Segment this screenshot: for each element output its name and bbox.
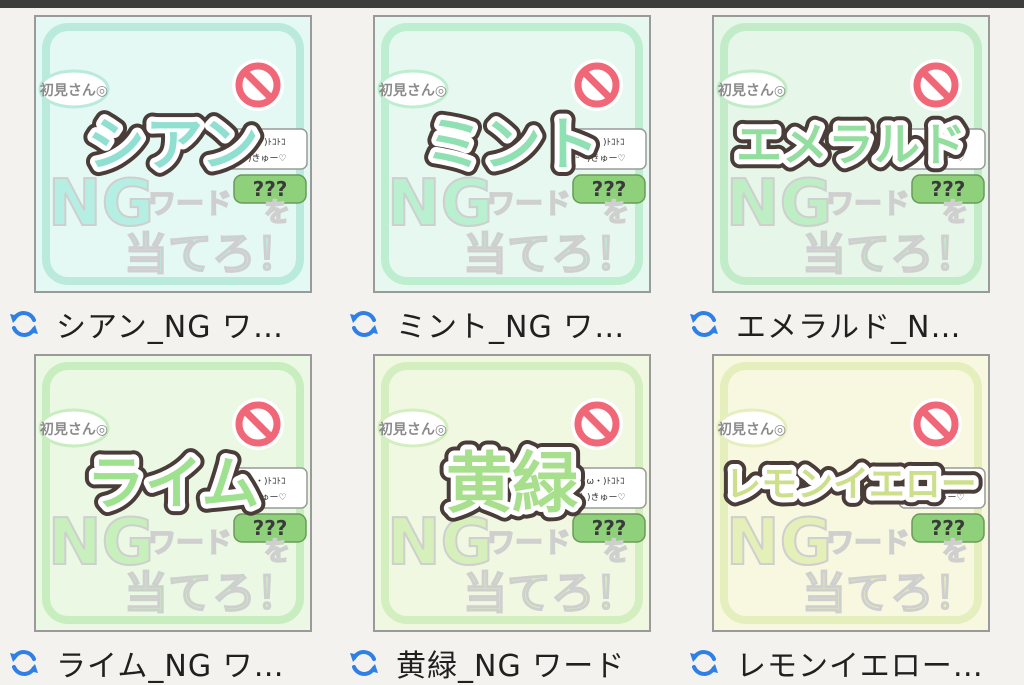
sync-icon xyxy=(686,306,722,342)
badge-text: 初見さん◎ xyxy=(40,421,108,438)
file-thumbnail[interactable]: 初見さん◎ (*´・ω・)ﾄｺﾄｺ( ˊᵕˋ )きゅー♡??? NG ワードを当てろ！… xyxy=(373,15,651,293)
wo-text: を xyxy=(264,537,290,567)
bottom-text: 当てろ！ xyxy=(124,229,300,280)
sync-icon xyxy=(6,306,42,342)
file-thumbnail[interactable]: 初見さん◎ (*´・ω・)ﾄｺﾄｺ( ˊᵕˋ )きゅー♡??? NG ワードを当てろ！… xyxy=(712,354,990,632)
file-row[interactable]: ライム_NG ワ… xyxy=(6,645,285,684)
file-row[interactable]: ミント_NG ワ… xyxy=(346,306,625,345)
overlay-label: ミント xyxy=(425,110,599,178)
word-text: ワード xyxy=(826,526,910,559)
file-name: 黄緑_NG ワード xyxy=(396,649,626,684)
overlay-label: エメラルド xyxy=(736,117,966,171)
thumbnail-art: 初見さん◎(*´・ω・)ﾄｺﾄｺ( ˊᵕˋ )きゅー♡???NGワード を当てろ！… xyxy=(375,17,649,291)
sync-icon xyxy=(686,645,722,681)
wo-text: を xyxy=(942,198,968,228)
sync-icon xyxy=(346,645,382,681)
bottom-text: 当てろ！ xyxy=(802,568,978,619)
overlay-label: レモンイエロー xyxy=(725,464,977,505)
badge-text: 初見さん◎ xyxy=(40,82,108,99)
overlay-label: 黄緑 xyxy=(446,445,579,522)
bottom-text: 当てろ！ xyxy=(124,568,300,619)
bottom-text: 当てろ！ xyxy=(463,229,639,280)
badge-text: 初見さん◎ xyxy=(379,421,447,438)
bottom-text: 当てろ！ xyxy=(463,568,639,619)
thumbnail-art: 初見さん◎(*´・ω・)ﾄｺﾄｺ( ˊᵕˋ )きゅー♡???NGワード を当てろ！… xyxy=(36,17,310,291)
file-row[interactable]: レモンイエロー… xyxy=(686,645,984,684)
word-text: ワード xyxy=(826,187,910,220)
file-name: レモンイエロー… xyxy=(736,649,984,684)
sync-icon xyxy=(346,306,382,342)
word-text: ワード xyxy=(148,187,232,220)
wo-text: を xyxy=(603,537,629,567)
badge-text: 初見さん◎ xyxy=(718,82,786,99)
file-name: ライム_NG ワ… xyxy=(56,649,285,684)
wo-text: を xyxy=(603,198,629,228)
file-thumbnail[interactable]: 初見さん◎ (*´・ω・)ﾄｺﾄｺ( ˊᵕˋ )きゅー♡??? NG ワードを当てろ！… xyxy=(34,15,312,293)
file-name: ミント_NG ワ… xyxy=(396,310,626,345)
file-thumbnail[interactable]: 初見さん◎ (*´・ω・)ﾄｺﾄｺ( ˊᵕˋ )きゅー♡??? NG ワードを当てろ！… xyxy=(373,354,651,632)
overlay-label: ライム xyxy=(87,449,260,517)
bottom-text: 当てろ！ xyxy=(802,229,978,280)
top-bar xyxy=(0,0,1024,8)
badge-text: 初見さん◎ xyxy=(379,82,447,99)
file-name: エメラルド_N… xyxy=(736,310,962,345)
sync-icon xyxy=(6,645,42,681)
word-text: ワード xyxy=(148,526,232,559)
file-grid: 初見さん◎ (*´・ω・)ﾄｺﾄｺ( ˊᵕˋ )きゅー♡??? NG ワードを当てろ！… xyxy=(0,8,1024,685)
thumbnail-art: 初見さん◎(*´・ω・)ﾄｺﾄｺ( ˊᵕˋ )きゅー♡???NGワード を当てろ！… xyxy=(714,356,988,630)
file-row[interactable]: エメラルド_N… xyxy=(686,306,961,345)
word-text: ワード xyxy=(487,526,571,559)
file-thumbnail[interactable]: 初見さん◎ (*´・ω・)ﾄｺﾄｺ( ˊᵕˋ )きゅー♡??? NG ワードを当てろ！… xyxy=(712,15,990,293)
file-thumbnail[interactable]: 初見さん◎ (*´・ω・)ﾄｺﾄｺ( ˊᵕˋ )きゅー♡??? NG ワードを当てろ！… xyxy=(34,354,312,632)
thumbnail-art: 初見さん◎(*´・ω・)ﾄｺﾄｺ( ˊᵕˋ )きゅー♡???NGワード を当てろ！… xyxy=(36,356,310,630)
wo-text: を xyxy=(942,537,968,567)
thumbnail-art: 初見さん◎(*´・ω・)ﾄｺﾄｺ( ˊᵕˋ )きゅー♡???NGワード を当てろ！… xyxy=(375,356,649,630)
file-row[interactable]: シアン_NG ワ… xyxy=(6,306,284,345)
overlay-label: シアン xyxy=(87,110,259,178)
thumbnail-art: 初見さん◎(*´・ω・)ﾄｺﾄｺ( ˊᵕˋ )きゅー♡???NGワード を当てろ！… xyxy=(714,17,988,291)
word-text: ワード xyxy=(487,187,571,220)
badge-text: 初見さん◎ xyxy=(718,421,786,438)
wo-text: を xyxy=(264,198,290,228)
file-row[interactable]: 黄緑_NG ワード xyxy=(346,645,625,684)
file-name: シアン_NG ワ… xyxy=(56,310,285,345)
